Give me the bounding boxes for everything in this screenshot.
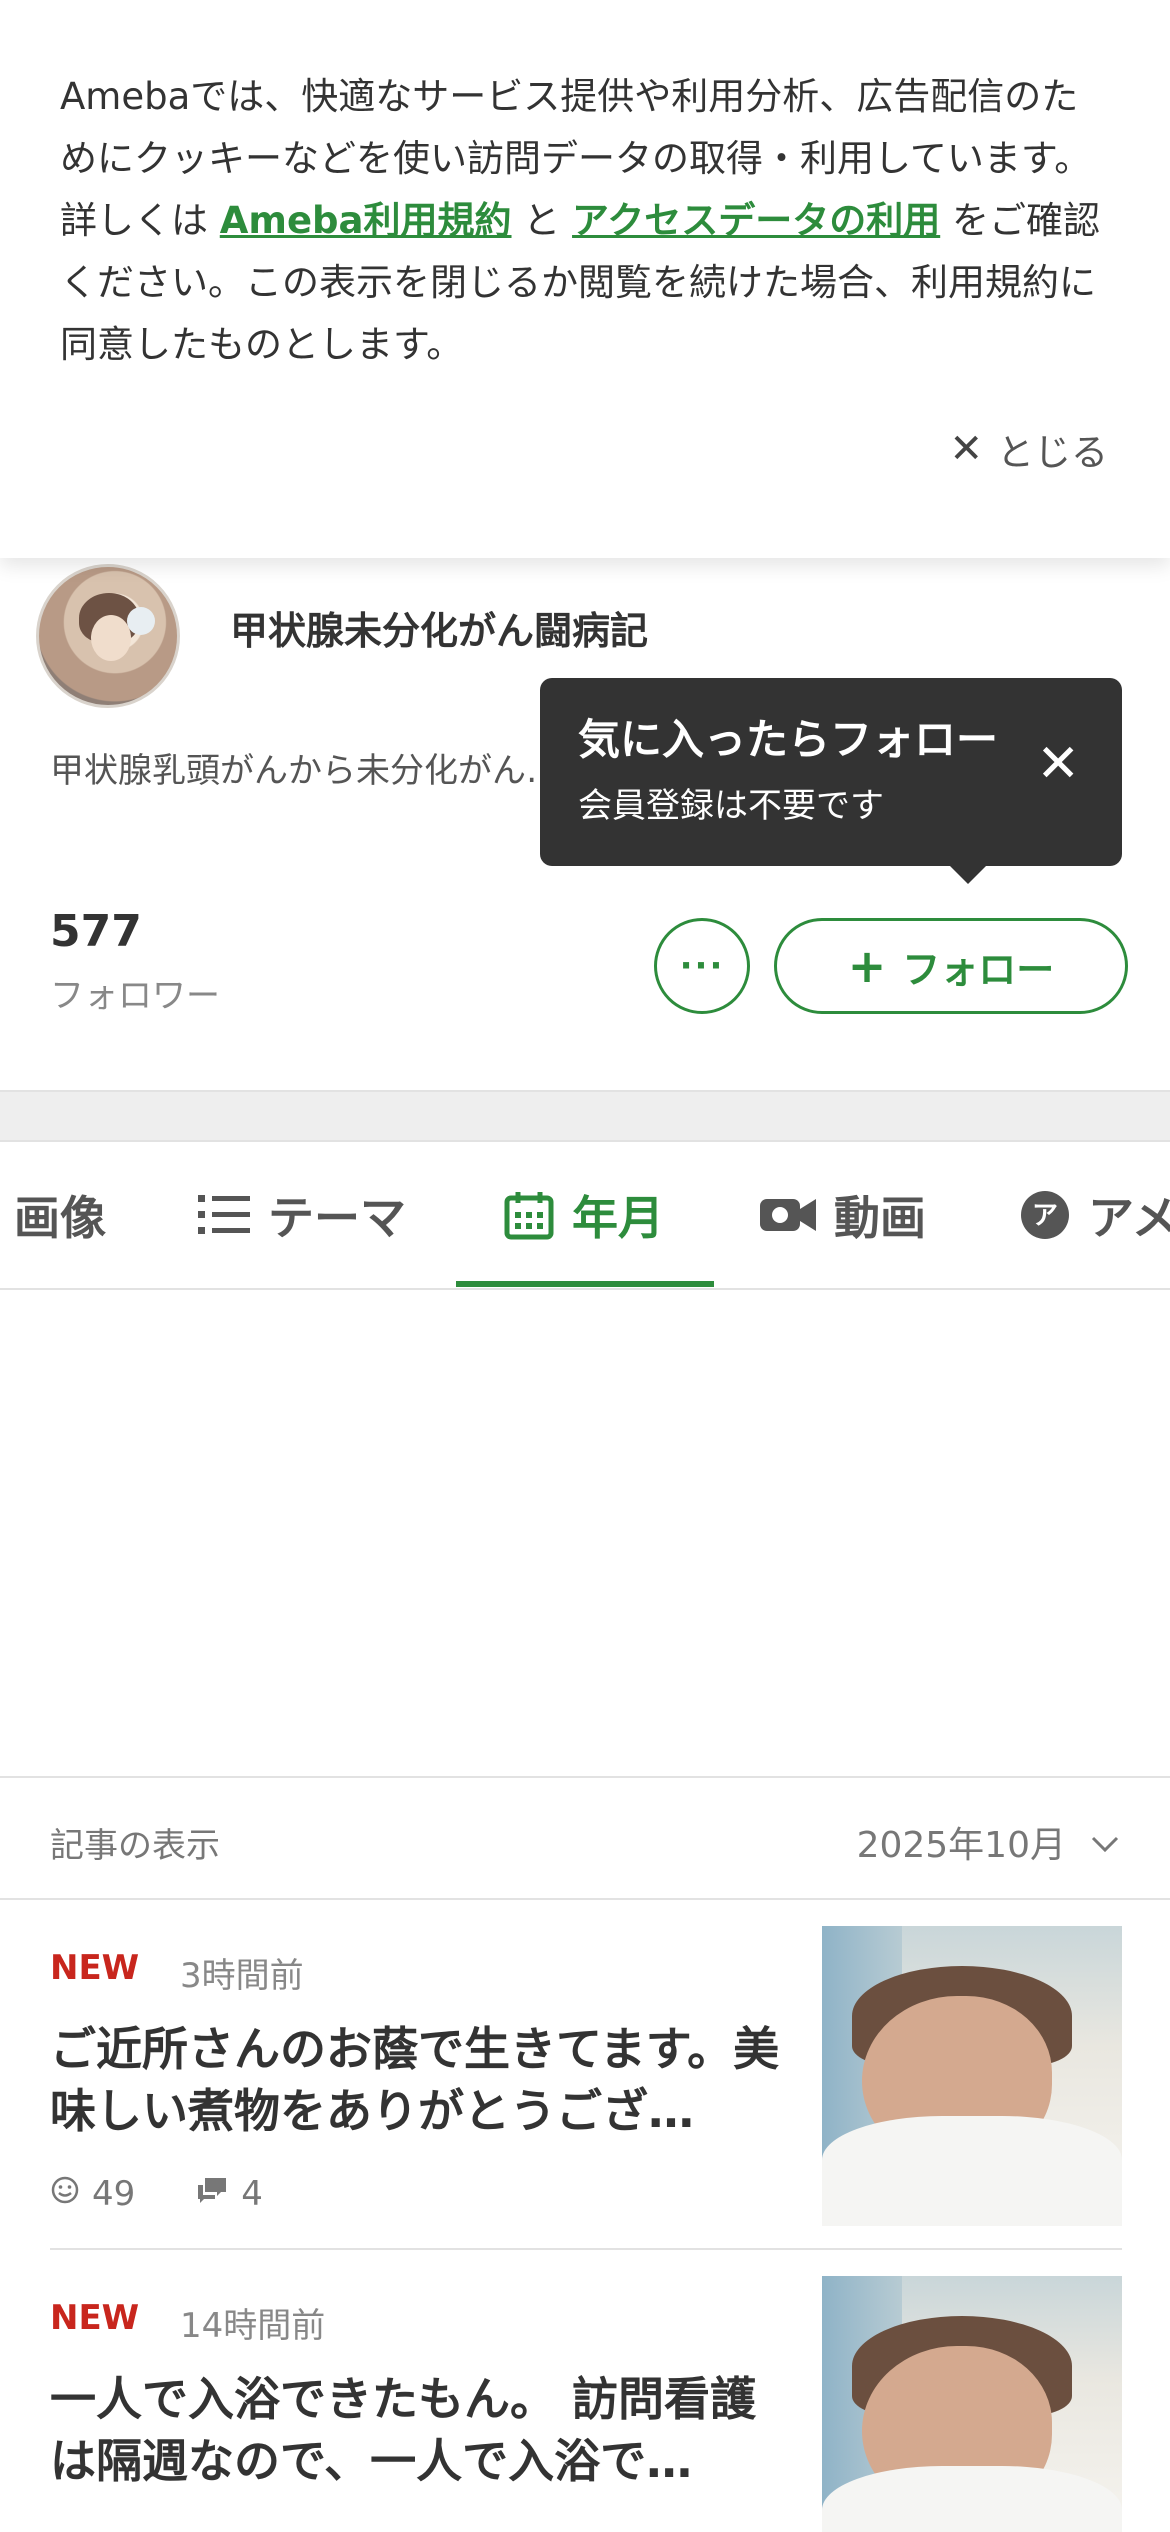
article-title[interactable]: ご近所さんのお蔭で生きてます。美味しい煮物をありがとうござ… <box>50 2018 780 2142</box>
cookie-text-part2: と <box>511 199 573 242</box>
follow-tooltip: 気に入ったらフォロー 会員登録は不要です ✕ <box>540 678 1122 884</box>
more-options-button[interactable]: ··· <box>654 918 750 1014</box>
article-title[interactable]: 一人で入浴できたもん。 訪問看護は隔週なので、一人で入浴で… <box>50 2368 780 2492</box>
new-badge: NEW <box>50 2298 140 2338</box>
video-icon <box>760 1195 816 1235</box>
smile-icon <box>50 2174 80 2214</box>
section-separator <box>0 1090 1170 1142</box>
chevron-down-icon <box>1090 1822 1120 1863</box>
article-time: 3時間前 <box>180 1956 304 1996</box>
blog-title[interactable]: 甲状腺未分化がん闘病記 <box>230 600 648 655</box>
article-thumbnail[interactable] <box>822 1926 1122 2226</box>
like-count: 49 <box>92 2174 136 2214</box>
ameba-icon: ア <box>1020 1190 1070 1240</box>
article-stats: 49 4 <box>50 2174 263 2214</box>
comment-icon <box>195 2174 229 2214</box>
tab-label: 動画 <box>834 1191 926 1245</box>
close-icon: ✕ <box>949 426 983 472</box>
followers-count: 577 <box>50 906 142 957</box>
more-icon: ··· <box>679 946 725 986</box>
article-thumbnail[interactable] <box>822 2276 1122 2532</box>
tab-year-month[interactable]: 年月 <box>504 1142 664 1288</box>
follow-button[interactable]: + フォロー <box>774 918 1128 1014</box>
month-value: 2025年10月 <box>856 1825 1066 1866</box>
cookie-close-label: とじる <box>997 431 1108 474</box>
tooltip-subtitle: 会員登録は不要です <box>578 786 884 826</box>
svg-text:ア: ア <box>1032 1201 1058 1231</box>
terms-link[interactable]: Ameba利用規約 <box>220 199 512 242</box>
comment-count: 4 <box>241 2174 263 2214</box>
article-filter: 記事の表示 2025年10月 <box>0 1776 1170 1900</box>
month-selector[interactable]: 2025年10月 <box>857 1816 1120 1868</box>
tab-ameba-news[interactable]: ア アメ <box>1020 1142 1170 1288</box>
plus-icon: + <box>847 939 887 993</box>
article-divider <box>50 2248 1122 2250</box>
access-data-link[interactable]: アクセスデータの利用 <box>572 199 940 242</box>
calendar-icon <box>504 1190 554 1240</box>
cookie-notice-text: Amebaでは、快適なサービス提供や利用分析、広告配信のためにクッキーなどを使い… <box>60 66 1115 376</box>
tooltip-title: 気に入ったらフォロー <box>578 715 999 764</box>
tab-themes[interactable]: テーマ <box>198 1142 406 1288</box>
tab-label: テーマ <box>268 1191 406 1245</box>
tab-videos[interactable]: 動画 <box>760 1142 926 1288</box>
tab-label: 年月 <box>572 1191 664 1245</box>
list-icon <box>198 1193 250 1237</box>
cookie-close-button[interactable]: ✕ とじる <box>949 422 1108 476</box>
article-item[interactable]: NEW 3時間前 ご近所さんのお蔭で生きてます。美味しい煮物をありがとうござ… … <box>50 1922 1122 2228</box>
avatar[interactable] <box>36 564 180 708</box>
article-time: 14時間前 <box>180 2306 326 2346</box>
tab-label: アメ <box>1088 1191 1170 1245</box>
new-badge: NEW <box>50 1948 140 1988</box>
follow-label: フォロー <box>902 947 1055 992</box>
filter-label: 記事の表示 <box>50 1826 220 1866</box>
tab-images[interactable]: 画像 <box>14 1142 106 1288</box>
cookie-banner: Amebaでは、快適なサービス提供や利用分析、広告配信のためにクッキーなどを使い… <box>0 0 1170 558</box>
tab-bar: 画像 テーマ 年月 動画 ア アメ <box>0 1142 1170 1290</box>
followers-label: フォロワー <box>50 976 220 1016</box>
tab-label: 画像 <box>14 1191 106 1245</box>
article-item[interactable]: NEW 14時間前 一人で入浴できたもん。 訪問看護は隔週なので、一人で入浴で… <box>50 2272 1122 2532</box>
tooltip-close-icon[interactable]: ✕ <box>1036 738 1080 790</box>
empty-content-area <box>0 1290 1170 1776</box>
active-tab-indicator <box>456 1281 714 1287</box>
